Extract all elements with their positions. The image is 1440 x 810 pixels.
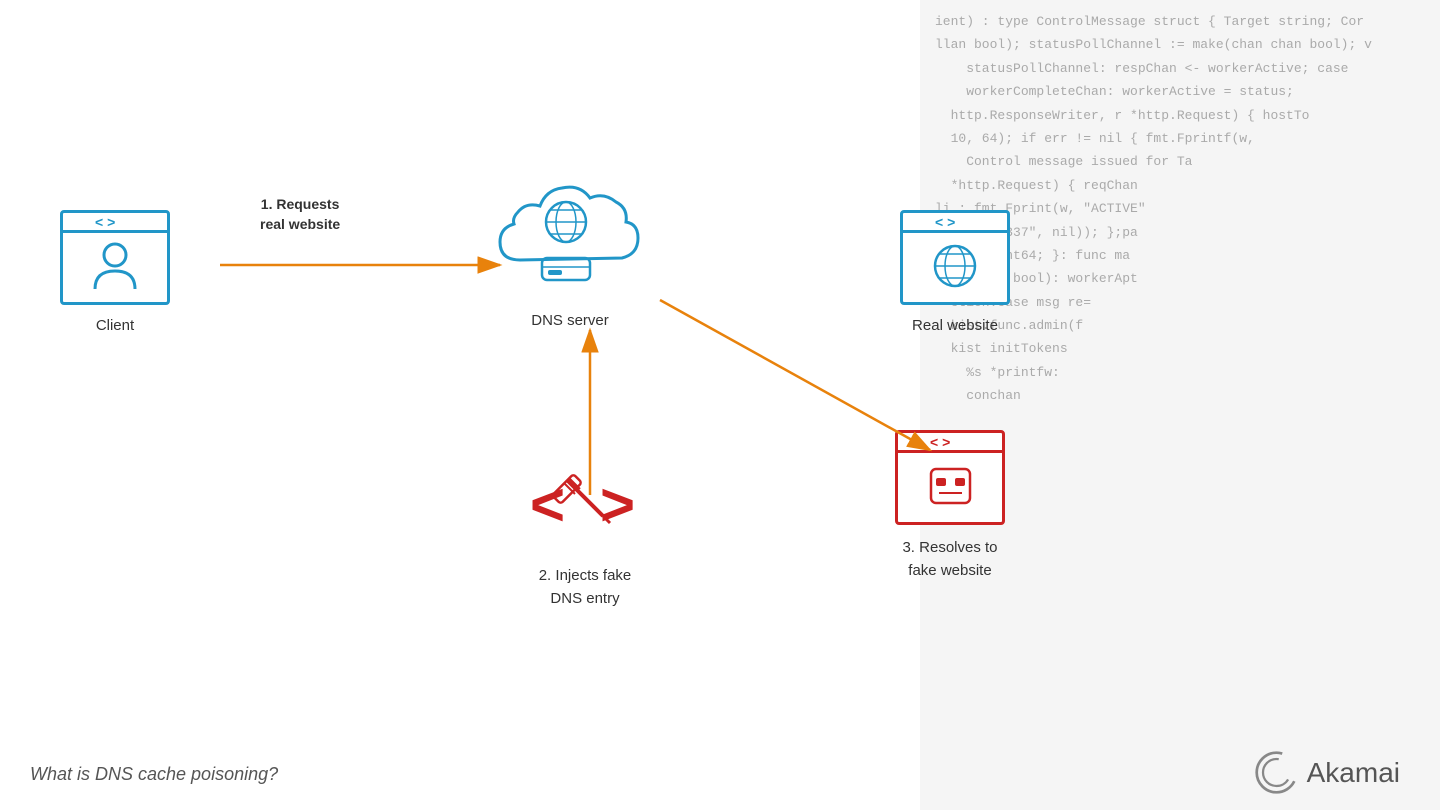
svg-text:< >: < > bbox=[935, 215, 955, 229]
svg-text:>: > bbox=[600, 471, 635, 538]
attacker-icon-box: < > 2. Injects fakeDNS entry bbox=[525, 460, 645, 610]
real-website-header: < > bbox=[903, 213, 1007, 233]
akamai-icon-svg bbox=[1254, 750, 1299, 795]
brackets-icon: < > bbox=[95, 215, 135, 229]
client-frame-header: < > bbox=[63, 213, 167, 233]
client-frame: < > bbox=[60, 210, 170, 305]
svg-text:< >: < > bbox=[95, 215, 115, 229]
dns-server-icon-box: DNS server bbox=[490, 170, 650, 329]
attacker-label: 2. Injects fakeDNS entry bbox=[539, 565, 632, 610]
attacker-svg: < > bbox=[525, 460, 645, 560]
client-person-icon bbox=[90, 239, 140, 299]
svg-text:<: < bbox=[530, 471, 565, 538]
fake-website-villain-icon bbox=[923, 461, 978, 516]
fake-website-frame: < > bbox=[895, 430, 1005, 525]
akamai-text: Akamai bbox=[1307, 757, 1400, 789]
fake-website-label: 3. Resolves tofake website bbox=[902, 537, 997, 582]
svg-text:< >: < > bbox=[930, 435, 950, 449]
client-label: Client bbox=[96, 317, 134, 334]
real-website-globe-icon bbox=[928, 239, 983, 299]
real-website-frame: < > bbox=[900, 210, 1010, 305]
real-website-icon-box: < > Real website bbox=[900, 210, 1010, 334]
dns-label: DNS server bbox=[531, 312, 609, 329]
bottom-question: What is DNS cache poisoning? bbox=[30, 764, 278, 785]
arrow-dns-to-fake bbox=[660, 300, 930, 450]
arrows-svg bbox=[0, 0, 1440, 810]
fake-website-icon-box: < > 3. Resolves tofake website bbox=[895, 430, 1005, 582]
real-website-label: Real website bbox=[912, 317, 998, 334]
akamai-logo: Akamai bbox=[1254, 750, 1400, 795]
fake-website-header: < > bbox=[898, 433, 1002, 453]
client-icon-box: < > Client bbox=[60, 210, 170, 334]
real-website-brackets-icon: < > bbox=[935, 215, 975, 229]
dns-cloud-svg bbox=[490, 170, 650, 300]
fake-website-brackets-icon: < > bbox=[930, 435, 970, 449]
arrow1-label: 1. Requestsreal website bbox=[260, 195, 340, 234]
